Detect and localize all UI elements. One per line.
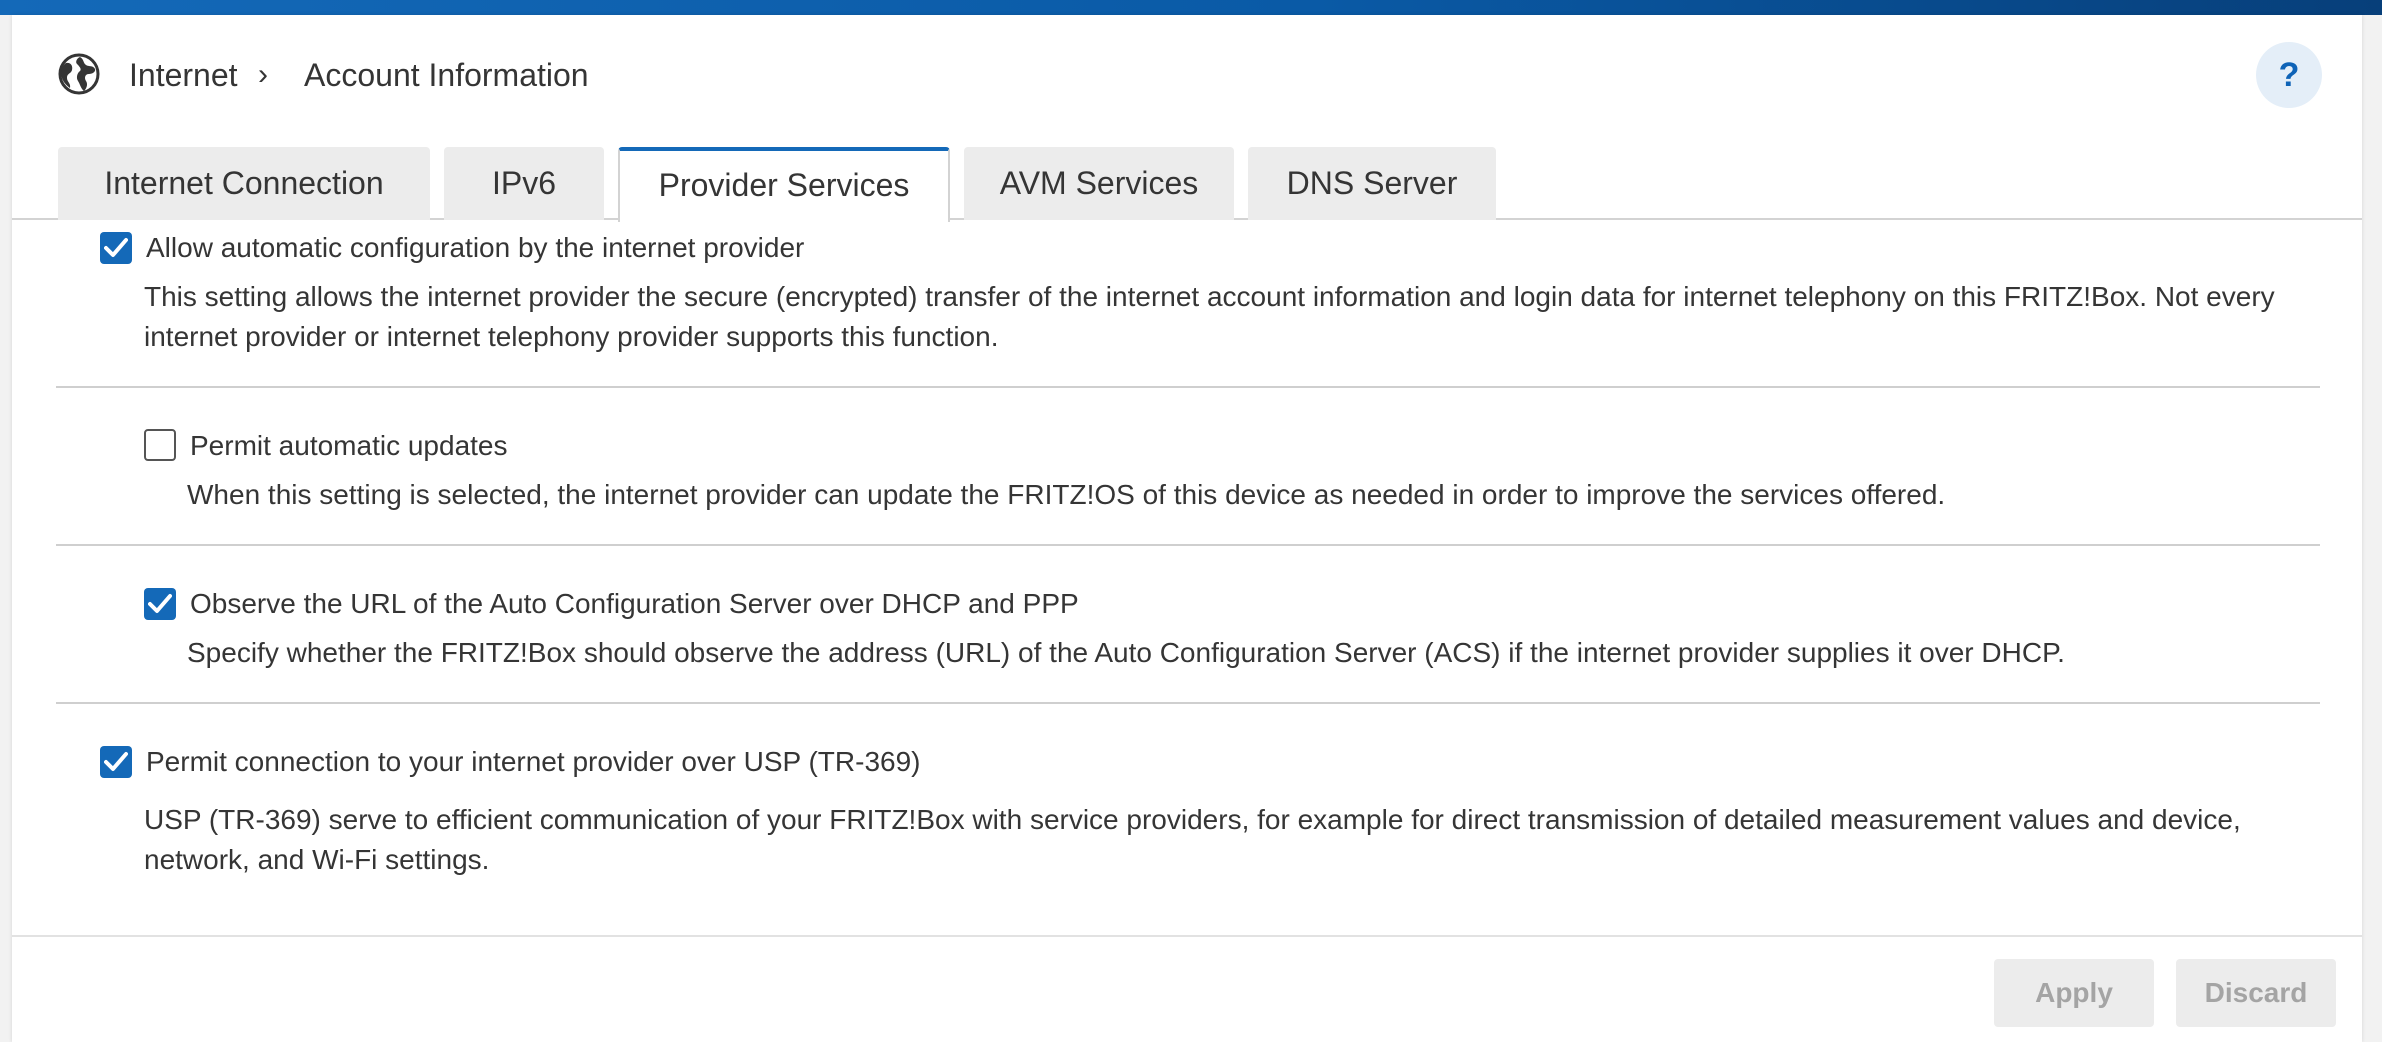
observe-acs-url-description: Specify whether the FRITZ!Box should obs… [187, 637, 2065, 668]
page-title: Account Information [304, 57, 589, 93]
permit-usp-description: USP (TR-369) serve to efficient communic… [144, 804, 2241, 875]
section-divider [56, 544, 2320, 546]
permit-usp-label[interactable]: Permit connection to your internet provi… [146, 744, 920, 780]
allow-auto-config-checkbox[interactable] [100, 232, 132, 264]
allow-auto-config-label[interactable]: Allow automatic configuration by the int… [146, 230, 804, 266]
tab-ipv6[interactable]: IPv6 [444, 147, 604, 220]
check-icon [104, 752, 128, 771]
observe-acs-url-label[interactable]: Observe the URL of the Auto Configuratio… [190, 586, 1079, 622]
tab-avm-services[interactable]: AVM Services [964, 147, 1234, 220]
permit-auto-updates-checkbox[interactable] [144, 429, 176, 461]
check-icon [148, 594, 172, 613]
section-divider [56, 702, 2320, 704]
tab-internet-connection[interactable]: Internet Connection [58, 147, 430, 220]
tab-bar: Internet Connection IPv6 Provider Servic… [12, 130, 2362, 222]
breadcrumb-internet[interactable]: Internet [129, 55, 238, 95]
tab-dns-server[interactable]: DNS Server [1248, 147, 1496, 220]
permit-auto-updates-description: When this setting is selected, the inter… [187, 479, 1946, 510]
top-accent-bar [0, 0, 2382, 15]
globe-icon [58, 53, 100, 95]
permit-auto-updates-label[interactable]: Permit automatic updates [190, 428, 508, 464]
tab-provider-services[interactable]: Provider Services [618, 147, 950, 222]
check-icon [104, 238, 128, 257]
observe-acs-url-checkbox[interactable] [144, 588, 176, 620]
permit-usp-checkbox[interactable] [100, 746, 132, 778]
page-header: Internet › Account Information ? [12, 15, 2362, 135]
help-button[interactable]: ? [2256, 42, 2322, 108]
section-divider [56, 386, 2320, 388]
footer-bar: Apply Discard [12, 935, 2362, 1042]
discard-button[interactable]: Discard [2176, 959, 2336, 1027]
chevron-right-icon: › [258, 58, 268, 91]
allow-auto-config-description: This setting allows the internet provide… [144, 281, 2275, 352]
content-panel: Internet › Account Information ? Interne… [12, 15, 2362, 1042]
apply-button[interactable]: Apply [1994, 959, 2154, 1027]
